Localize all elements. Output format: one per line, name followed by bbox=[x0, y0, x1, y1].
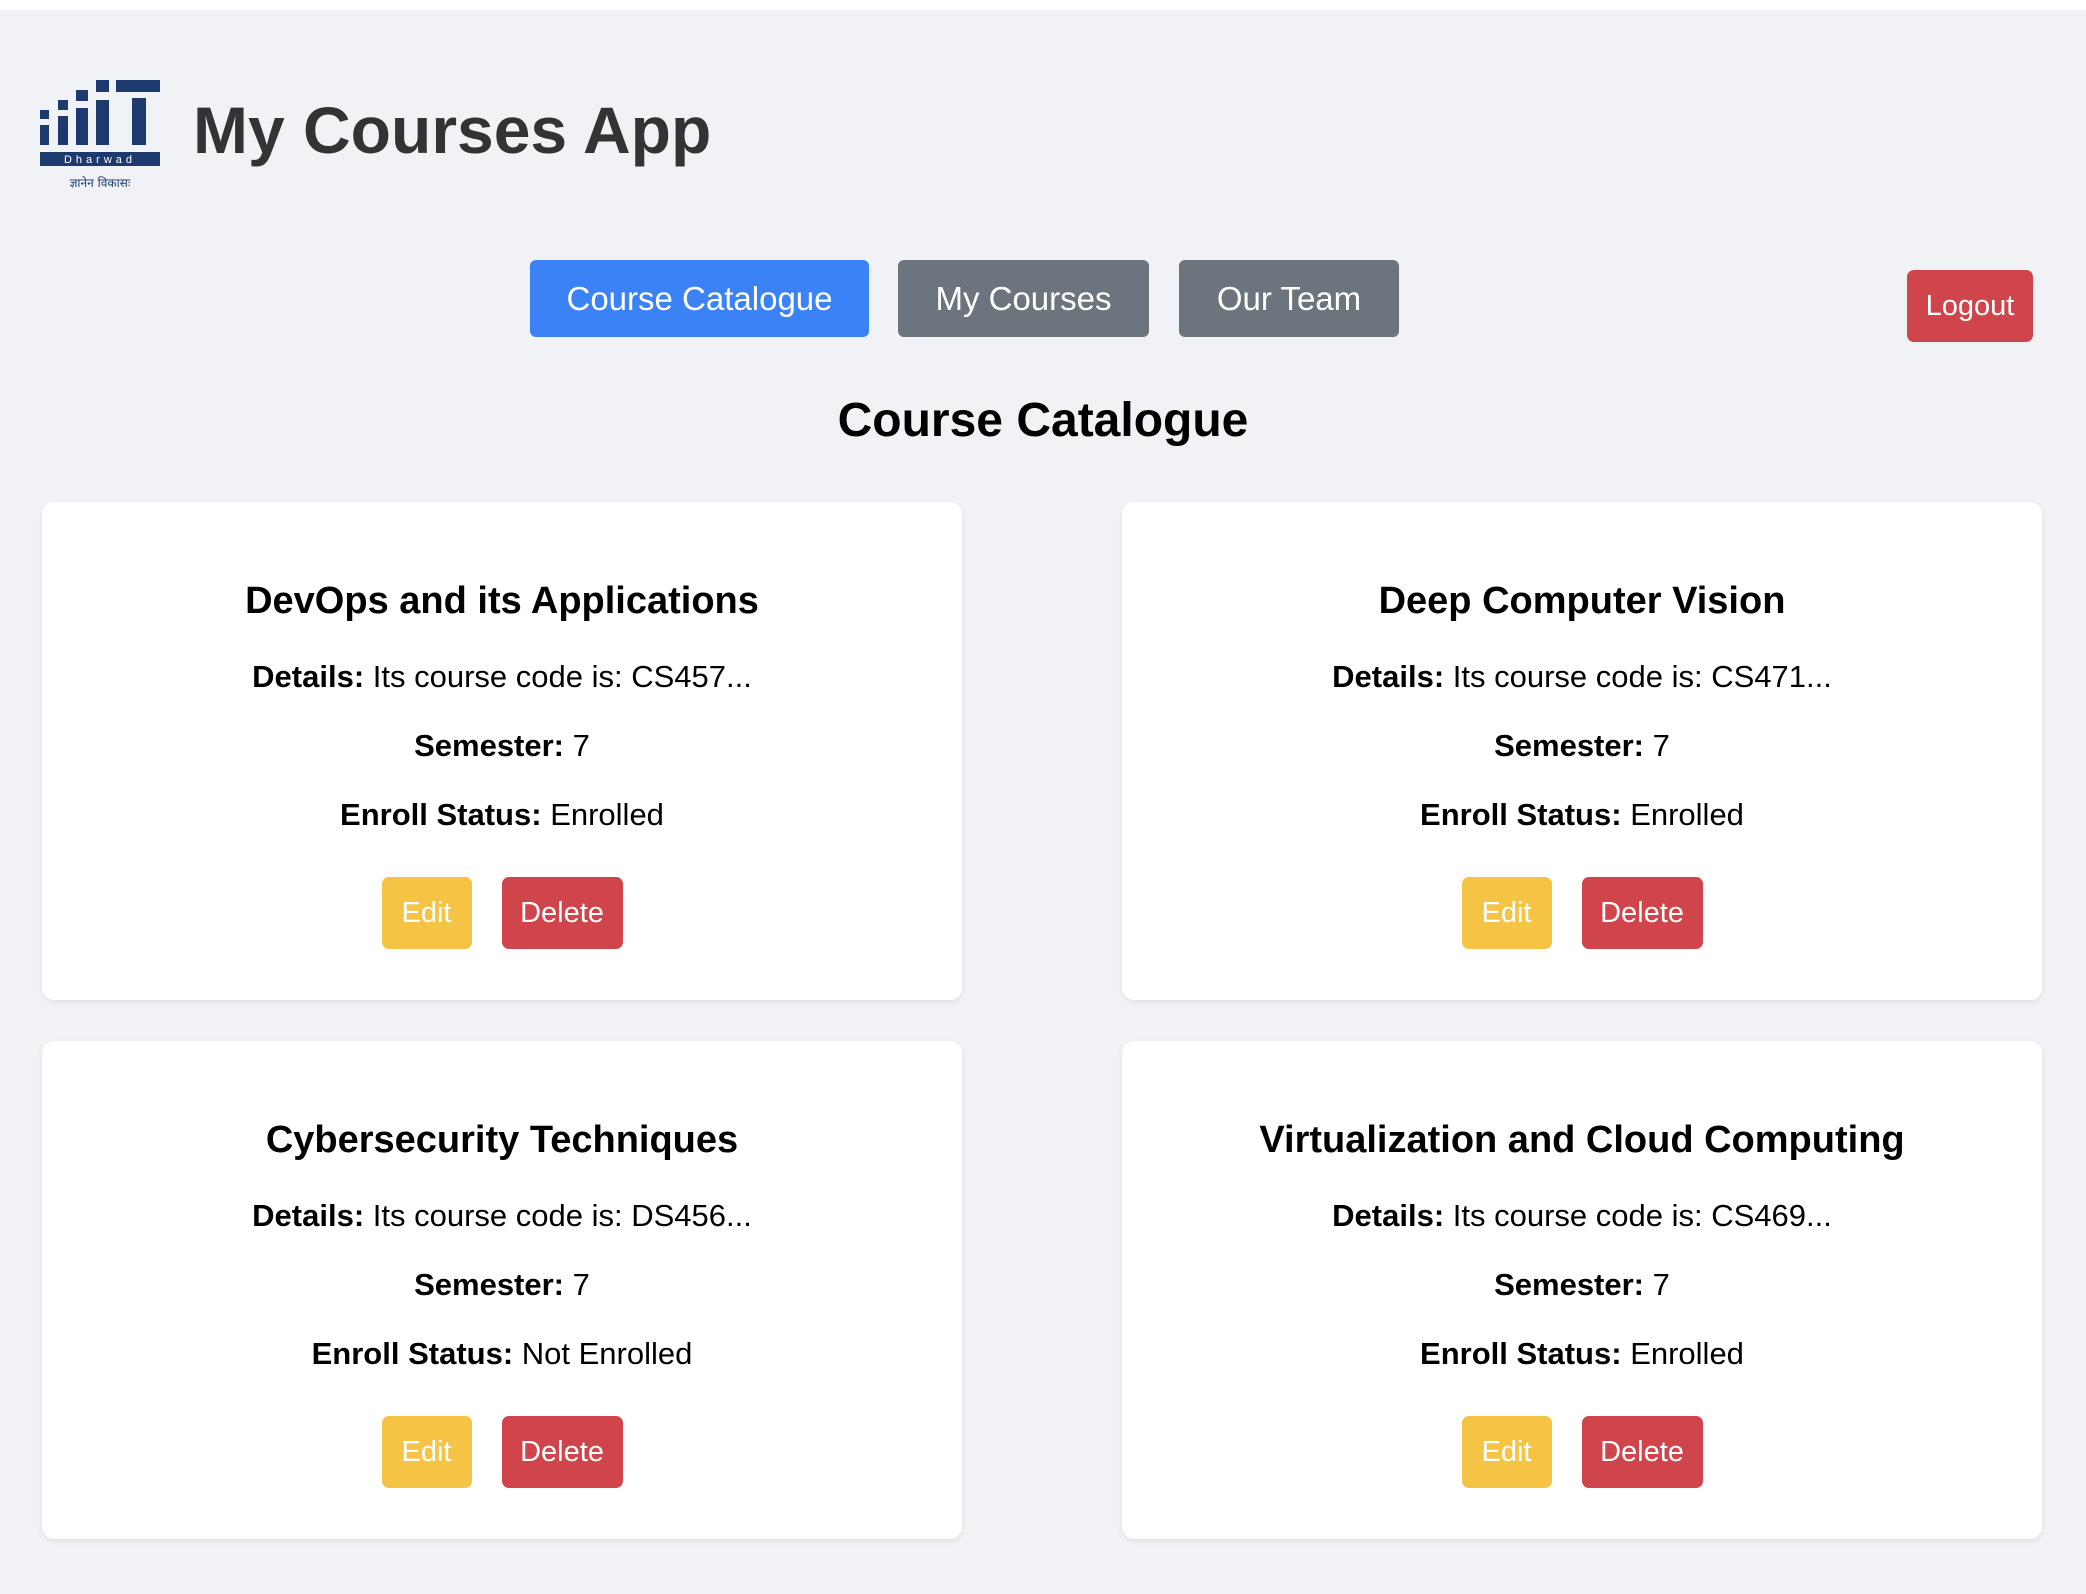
course-details: Details: Its course code is: CS469... bbox=[1122, 1198, 2042, 1234]
course-title: Deep Computer Vision bbox=[1378, 580, 1786, 622]
semester-value: 7 bbox=[1652, 1267, 1670, 1302]
course-enroll-status: Enroll Status: Enrolled bbox=[1122, 797, 2042, 833]
course-enroll-status: Enroll Status: Enrolled bbox=[42, 797, 962, 833]
enroll-status-label: Enroll Status: bbox=[1420, 1336, 1622, 1371]
course-actions: Edit Delete bbox=[42, 1416, 962, 1488]
course-card: DevOps and its Applications Details: Its… bbox=[42, 502, 962, 1000]
details-value: Its course code is: CS457... bbox=[372, 659, 752, 694]
app-title: My Courses App bbox=[193, 93, 712, 167]
semester-label: Semester: bbox=[414, 728, 565, 763]
enroll-status-label: Enroll Status: bbox=[311, 1336, 514, 1371]
details-label: Details: bbox=[1332, 1198, 1445, 1233]
iit-dharwad-logo: Dharwad ज्ञानेन विकासः bbox=[40, 70, 164, 194]
course-details: Details: Its course code is: CS457... bbox=[42, 659, 962, 695]
course-actions: Edit Delete bbox=[1122, 1416, 2042, 1488]
course-details: Details: Its course code is: DS456... bbox=[42, 1198, 962, 1234]
enroll-status-label: Enroll Status: bbox=[1420, 797, 1622, 832]
enroll-status-value: Enrolled bbox=[1630, 1336, 1744, 1371]
delete-button[interactable]: Delete bbox=[1581, 877, 1703, 949]
course-title: Virtualization and Cloud Computing bbox=[1259, 1119, 1905, 1161]
enroll-status-value: Enrolled bbox=[550, 797, 664, 832]
details-value: Its course code is: CS471... bbox=[1452, 659, 1832, 694]
enroll-status-value: Enrolled bbox=[1630, 797, 1744, 832]
semester-value: 7 bbox=[572, 1267, 590, 1302]
delete-button[interactable]: Delete bbox=[501, 877, 623, 949]
course-details: Details: Its course code is: CS471... bbox=[1122, 659, 2042, 695]
nav-my-courses-button[interactable]: My Courses bbox=[898, 260, 1149, 337]
delete-button[interactable]: Delete bbox=[501, 1416, 623, 1488]
course-enroll-status: Enroll Status: Not Enrolled bbox=[42, 1336, 962, 1372]
details-label: Details: bbox=[1332, 659, 1445, 694]
delete-button[interactable]: Delete bbox=[1581, 1416, 1703, 1488]
page-heading: Course Catalogue bbox=[837, 394, 1249, 447]
logout-button[interactable]: Logout bbox=[1907, 270, 2033, 342]
edit-button[interactable]: Edit bbox=[1461, 877, 1552, 949]
course-semester: Semester: 7 bbox=[42, 728, 962, 764]
details-label: Details: bbox=[252, 1198, 365, 1233]
course-card: Cybersecurity Techniques Details: Its co… bbox=[42, 1041, 962, 1539]
enroll-status-value: Not Enrolled bbox=[521, 1336, 693, 1371]
nav-our-team-button[interactable]: Our Team bbox=[1179, 260, 1399, 337]
edit-button[interactable]: Edit bbox=[1461, 1416, 1552, 1488]
semester-label: Semester: bbox=[1494, 728, 1645, 763]
course-card: Deep Computer Vision Details: Its course… bbox=[1122, 502, 2042, 1000]
app-container: Dharwad ज्ञानेन विकासः My Courses App Co… bbox=[0, 10, 2086, 1594]
details-value: Its course code is: DS456... bbox=[372, 1198, 752, 1233]
details-label: Details: bbox=[252, 659, 365, 694]
semester-label: Semester: bbox=[414, 1267, 565, 1302]
edit-button[interactable]: Edit bbox=[381, 877, 472, 949]
course-title: DevOps and its Applications bbox=[245, 580, 759, 622]
course-actions: Edit Delete bbox=[1122, 877, 2042, 949]
logo-motto: ज्ञानेन विकासः bbox=[70, 176, 131, 190]
course-card: Virtualization and Cloud Computing Detai… bbox=[1122, 1041, 2042, 1539]
semester-value: 7 bbox=[1652, 728, 1670, 763]
course-semester: Semester: 7 bbox=[1122, 728, 2042, 764]
edit-button[interactable]: Edit bbox=[381, 1416, 472, 1488]
course-semester: Semester: 7 bbox=[1122, 1267, 2042, 1303]
nav-course-catalogue-button[interactable]: Course Catalogue bbox=[530, 260, 869, 337]
semester-value: 7 bbox=[572, 728, 590, 763]
course-semester: Semester: 7 bbox=[42, 1267, 962, 1303]
details-value: Its course code is: CS469... bbox=[1452, 1198, 1832, 1233]
course-enroll-status: Enroll Status: Enrolled bbox=[1122, 1336, 2042, 1372]
course-title: Cybersecurity Techniques bbox=[265, 1119, 739, 1161]
logo-caption: Dharwad bbox=[64, 154, 136, 166]
course-actions: Edit Delete bbox=[42, 877, 962, 949]
enroll-status-label: Enroll Status: bbox=[340, 797, 542, 832]
semester-label: Semester: bbox=[1494, 1267, 1645, 1302]
